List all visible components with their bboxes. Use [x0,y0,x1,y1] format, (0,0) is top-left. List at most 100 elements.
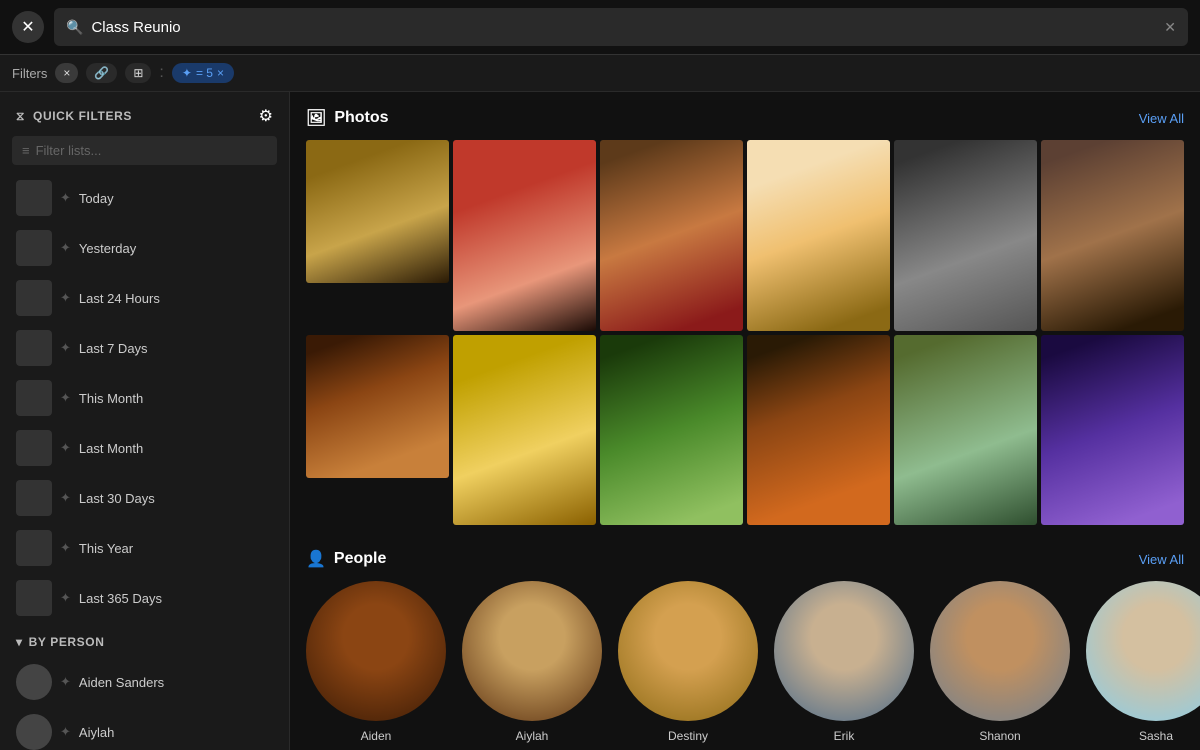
star-icon: ✦ [60,590,71,606]
aiden-avatar [16,664,52,700]
sidebar-item-this-month[interactable]: ✦ This Month [0,373,289,423]
photo-10[interactable] [747,335,890,526]
image-icon: 🖼 [306,108,326,128]
people-label: People [334,550,386,568]
photo-3[interactable] [600,140,743,331]
star-chip-label: = 5 [196,66,213,80]
filter-chip-x[interactable]: × [55,63,78,83]
last-month-thumb [16,430,52,466]
sidebar-header: ⧖ QUICK FILTERS ⚙ [0,92,289,136]
sidebar-item-label-this-year: This Year [79,541,133,556]
sidebar-item-label-last30: Last 30 Days [79,491,155,506]
photo-6[interactable] [1041,140,1184,331]
sidebar-item-today[interactable]: ✦ Today [0,173,289,223]
this-month-thumb [16,380,52,416]
crop-icon: ⊞ [133,66,143,80]
filter-lists-placeholder: Filter lists... [36,143,102,158]
people-section: 👤 People View All Aiden Aiylah Destiny [306,549,1184,743]
sidebar-item-this-year[interactable]: ✦ This Year [0,523,289,573]
filter-lines-icon: ≡ [22,143,30,158]
quick-filters-label: QUICK FILTERS [33,109,132,123]
aiylah-name: Aiylah [516,729,549,743]
filter-bar: Filters × 🔗 ⊞ : ✦ = 5 × [0,55,1200,92]
star-icon: ✦ [60,390,71,406]
person-aiylah[interactable]: Aiylah [462,581,602,743]
filter-chip-crop[interactable]: ⊞ [125,63,151,83]
erik-avatar-large [774,581,914,721]
sidebar-item-label-last-month: Last Month [79,441,143,456]
today-thumb [16,180,52,216]
sidebar-item-aiylah[interactable]: ✦ Aiylah [0,707,289,750]
people-title: 👤 People [306,549,386,569]
sidebar-item-label-yesterday: Yesterday [79,241,136,256]
filter-lists-input-wrap[interactable]: ≡ Filter lists... [12,136,277,165]
filter-chip-link[interactable]: 🔗 [86,63,117,83]
sidebar-item-yesterday[interactable]: ✦ Yesterday [0,223,289,273]
sidebar-item-label-today: Today [79,191,114,206]
star-icon: ✦ [60,540,71,556]
photos-view-all[interactable]: View All [1139,111,1184,126]
aiden-name: Aiden [361,729,392,743]
sidebar-item-aiden[interactable]: ✦ Aiden Sanders [0,657,289,707]
photo-4[interactable] [747,140,890,331]
person-destiny[interactable]: Destiny [618,581,758,743]
person-sasha[interactable]: Sasha [1086,581,1200,743]
people-row: Aiden Aiylah Destiny Erik Shanon [306,581,1184,743]
destiny-name: Destiny [668,729,708,743]
photo-2[interactable] [453,140,596,331]
photos-title: 🖼 Photos [306,108,389,128]
sidebar-item-label-this-month: This Month [79,391,143,406]
person-erik[interactable]: Erik [774,581,914,743]
clear-search-icon[interactable]: ✕ [1164,19,1176,36]
sidebar-item-last30[interactable]: ✦ Last 30 Days [0,473,289,523]
sidebar-item-last24[interactable]: ✦ Last 24 Hours [0,273,289,323]
star-filter-chip[interactable]: ✦ = 5 × [172,63,234,83]
chip-x-icon: × [63,66,70,80]
aiylah-avatar-large [462,581,602,721]
this-year-thumb [16,530,52,566]
star-icon: ✦ [60,190,71,206]
photo-9[interactable] [600,335,743,526]
aiylah-avatar [16,714,52,750]
sidebar-item-label-last24: Last 24 Hours [79,291,160,306]
sasha-avatar-large [1086,581,1200,721]
sidebar-item-last7[interactable]: ✦ Last 7 Days [0,323,289,373]
sidebar-item-label-aiylah: Aiylah [79,725,114,740]
last24-thumb [16,280,52,316]
settings-icon[interactable]: ⚙ [259,106,273,126]
sasha-name: Sasha [1139,729,1173,743]
by-person-section-header[interactable]: ▾ BY PERSON [0,623,289,657]
photo-11[interactable] [894,335,1037,526]
sidebar-item-last365[interactable]: ✦ Last 365 Days [0,573,289,623]
photo-8[interactable] [453,335,596,526]
sidebar-item-last-month[interactable]: ✦ Last Month [0,423,289,473]
person-shanon[interactable]: Shanon [930,581,1070,743]
photos-section-header: 🖼 Photos View All [306,108,1184,128]
by-person-label: BY PERSON [29,635,105,649]
photo-12[interactable] [1041,335,1184,526]
people-view-all[interactable]: View All [1139,552,1184,567]
funnel-icon: ⧖ [16,109,25,124]
photo-5[interactable] [894,140,1037,331]
back-button[interactable]: ✕ [12,11,44,43]
link-icon: 🔗 [94,66,109,80]
destiny-avatar-large [618,581,758,721]
star-chip-x: × [217,66,224,80]
yesterday-thumb [16,230,52,266]
sidebar-item-label-aiden: Aiden Sanders [79,675,164,690]
sidebar-header-left: ⧖ QUICK FILTERS [16,109,132,124]
shanon-name: Shanon [979,729,1020,743]
photo-7[interactable] [306,335,449,478]
star-icon: ✦ [60,240,71,256]
shanon-avatar-large [930,581,1070,721]
separator: : [159,64,163,82]
photo-1[interactable] [306,140,449,283]
search-bar: 🔍 Class Reunio ✕ [54,8,1188,46]
star-icon: ✦ [60,724,71,740]
person-aiden[interactable]: Aiden [306,581,446,743]
photos-label: Photos [334,109,388,127]
last365-thumb [16,580,52,616]
star-icon: ✦ [60,490,71,506]
last30-thumb [16,480,52,516]
search-input[interactable]: Class Reunio [91,19,1156,36]
